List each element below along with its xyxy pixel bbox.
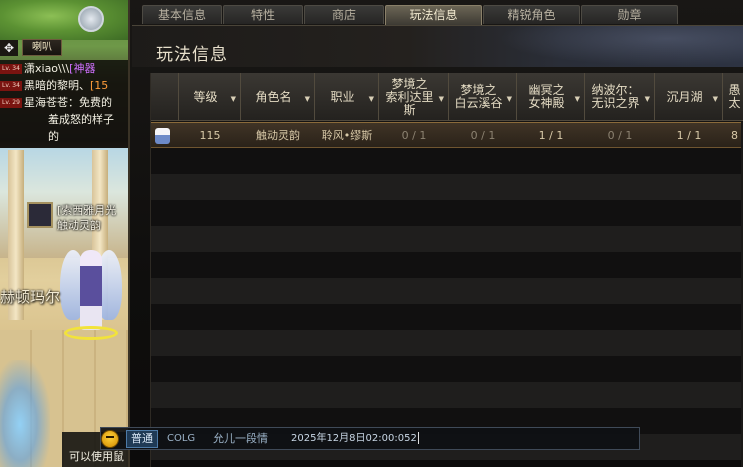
- npc-nameplate[interactable]: [索西雅月光 触动灵韵: [27, 202, 128, 232]
- cell-dungeon2: 0 / 1: [470, 129, 496, 142]
- header-decoration: [485, 26, 743, 68]
- sort-arrow-icon: ▼: [230, 95, 236, 103]
- empty-row: [151, 226, 743, 252]
- panel-title: 玩法信息: [156, 45, 228, 65]
- sort-arrow-icon: ▼: [506, 95, 512, 103]
- empty-row: [151, 200, 743, 226]
- sort-arrow-icon: ▼: [304, 95, 310, 103]
- chat-item-link[interactable]: [神器: [69, 62, 95, 75]
- npc-title: [索西雅月光: [57, 204, 117, 217]
- empty-row: [151, 304, 743, 330]
- chat-text-input[interactable]: 2025年12月8日02:00:052: [291, 428, 419, 450]
- col-dungeon2-header[interactable]: 梦境之 白云溪谷 ▼: [449, 73, 517, 121]
- emoji-icon[interactable]: [101, 430, 119, 448]
- col-label: 等级: [193, 89, 218, 104]
- tab-traits[interactable]: 特性: [223, 5, 303, 24]
- sort-arrow-icon: ▼: [368, 95, 374, 103]
- col-class-header[interactable]: 职业 ▼: [315, 73, 379, 121]
- chat-sender: 黑暗的黎明、: [24, 79, 90, 92]
- chat-line[interactable]: Lv. 34 黑暗的黎明、[15: [0, 77, 128, 94]
- town-name: 赫顿玛尔: [0, 288, 61, 306]
- character-body: [80, 250, 102, 330]
- col-label: 幽冥之 女神殿: [528, 83, 565, 110]
- chat-sender: 星海苍苍: [24, 96, 68, 109]
- col-label: 纳波尔： 无识之界: [591, 83, 640, 110]
- tab-elite-characters[interactable]: 精锐角色: [483, 5, 580, 24]
- empty-row: [151, 174, 743, 200]
- sort-arrow-icon: ▼: [712, 95, 718, 103]
- col-dungeon4-header[interactable]: 纳波尔： 无识之界 ▼: [585, 73, 655, 121]
- npc-name: 触动灵韵: [57, 219, 101, 232]
- player-character[interactable]: [60, 240, 122, 340]
- sort-arrow-icon: ▼: [438, 95, 444, 103]
- chat-message: ：免费的: [68, 96, 112, 109]
- cell-name: 触动灵韵: [256, 129, 300, 142]
- tab-gameplay-info[interactable]: 玩法信息: [385, 5, 482, 25]
- col-label: 梦境之 白云溪谷: [454, 83, 503, 110]
- table-row[interactable]: 115 触动灵韵 聆风•缪斯 0 / 1 0 / 1 1 / 1 0 / 1 1…: [151, 122, 743, 148]
- col-label: 梦境之 索利达里 斯: [385, 76, 434, 117]
- cell-dungeon3: 1 / 1: [538, 129, 564, 142]
- character-portrait-icon: [155, 128, 170, 144]
- level-badge: Lv. 29: [0, 98, 22, 108]
- panel-header: 玩法信息: [132, 25, 743, 68]
- tree-foliage: [0, 0, 128, 40]
- col-icon-header: [151, 73, 179, 121]
- empty-row: [151, 330, 743, 356]
- gameplay-table: 等级 ▼ 角色名 ▼ 职业 ▼ 梦境之 索利达里 斯 ▼ 梦境之 白云溪谷 ▼ 幽冥之 女…: [150, 73, 743, 467]
- col-label: 职业: [330, 89, 355, 104]
- npc-portrait: [27, 202, 53, 228]
- level-badge: Lv. 34: [0, 64, 22, 74]
- portal-glow: [0, 360, 50, 467]
- chat-line[interactable]: Lv. 29 星海苍苍：免费的: [0, 94, 128, 111]
- col-dungeon1-header[interactable]: 梦境之 索利达里 斯 ▼: [379, 73, 449, 121]
- empty-row: [151, 148, 743, 174]
- character-info-panel: 基本信息 特性 商店 玩法信息 精锐角色 勋章 玩法信息 等级 ▼ 角色名 ▼ 职业…: [128, 0, 743, 467]
- col-name-header[interactable]: 角色名 ▼: [241, 73, 315, 121]
- tab-shop[interactable]: 商店: [304, 5, 384, 24]
- level-badge: Lv. 34: [0, 81, 22, 91]
- col-dungeon6-header[interactable]: 愚 太: [723, 73, 743, 121]
- cell-dungeon4: 0 / 1: [607, 129, 633, 142]
- chat-item-link[interactable]: [15: [90, 79, 108, 92]
- chat-line: 的: [48, 130, 59, 143]
- tab-bar: 基本信息 特性 商店 玩法信息 精锐角色 勋章: [142, 5, 679, 25]
- tab-basic-info[interactable]: 基本信息: [142, 5, 222, 24]
- col-dungeon3-header[interactable]: 幽冥之 女神殿 ▼: [517, 73, 585, 121]
- horn-button[interactable]: 喇叭: [22, 39, 62, 56]
- player-name: 允儿一段情: [213, 432, 268, 445]
- cell-dungeon6: 8: [731, 129, 738, 142]
- sort-arrow-icon: ▼: [574, 95, 580, 103]
- channel-selector[interactable]: 普通: [126, 430, 158, 448]
- col-dungeon5-header[interactable]: 沉月湖 ▼: [655, 73, 723, 121]
- empty-row: [151, 382, 743, 408]
- table-header: 等级 ▼ 角色名 ▼ 职业 ▼ 梦境之 索利达里 斯 ▼ 梦境之 白云溪谷 ▼ 幽冥之 女…: [151, 73, 743, 121]
- empty-row: [151, 252, 743, 278]
- selection-ring: [64, 326, 118, 340]
- chat-sender: 潇xiao\\\: [24, 62, 70, 75]
- chat-line[interactable]: Lv. 34 潇xiao\\\[神器: [0, 60, 128, 77]
- col-label: 愚 太: [728, 83, 741, 110]
- cell-class: 聆风•缪斯: [321, 129, 373, 142]
- empty-row: [151, 356, 743, 382]
- col-label: 角色名: [255, 89, 292, 104]
- sort-arrow-icon: ▼: [644, 95, 650, 103]
- cell-level: 115: [199, 129, 221, 142]
- empty-row: [151, 278, 743, 304]
- move-icon[interactable]: ✥: [0, 40, 18, 56]
- cell-dungeon5: 1 / 1: [676, 129, 702, 142]
- col-level-header[interactable]: 等级 ▼: [179, 73, 241, 121]
- tab-medals[interactable]: 勋章: [581, 5, 678, 24]
- chat-input-bar[interactable]: 普通 COLG 允儿一段情 2025年12月8日02:00:052: [100, 427, 640, 450]
- chat-line: 羞成怒的样子: [48, 113, 114, 126]
- minimap-icon[interactable]: [78, 6, 104, 32]
- col-label: 沉月湖: [666, 89, 703, 104]
- cell-dungeon1: 0 / 1: [401, 129, 427, 142]
- guild-tag: COLG: [167, 433, 196, 444]
